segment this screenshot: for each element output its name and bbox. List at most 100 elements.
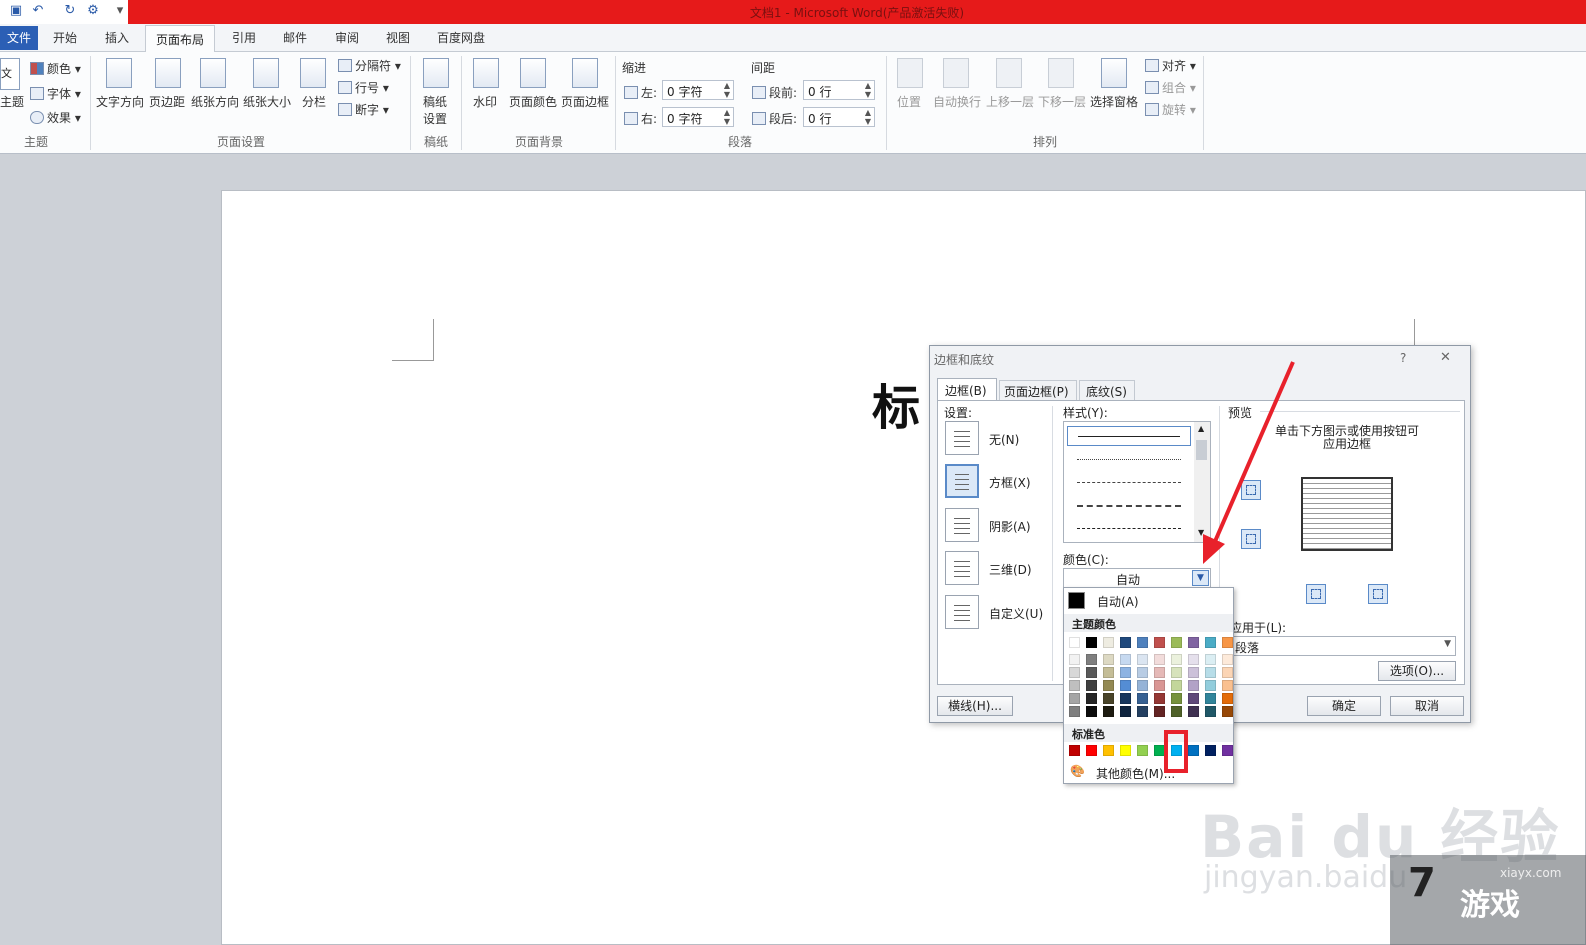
auto-color-swatch[interactable] — [1068, 592, 1085, 609]
theme-shade-swatch[interactable] — [1171, 667, 1182, 678]
style-option[interactable] — [1077, 459, 1181, 460]
quick-access-icon[interactable]: ⚙ — [85, 3, 101, 19]
cancel-button[interactable]: 取消 — [1390, 696, 1464, 716]
theme-shade-swatch[interactable] — [1103, 667, 1114, 678]
theme-shade-swatch[interactable] — [1120, 693, 1131, 704]
tab-page-layout[interactable]: 页面布局 — [145, 25, 215, 53]
theme-shade-swatch[interactable] — [1137, 693, 1148, 704]
auto-color-option[interactable]: 自动(A) — [1097, 593, 1139, 610]
orientation-button[interactable]: 纸张方向 — [191, 93, 239, 110]
theme-shade-swatch[interactable] — [1222, 693, 1233, 704]
theme-shade-swatch[interactable] — [1154, 706, 1165, 717]
standard-color-swatch[interactable] — [1205, 745, 1216, 756]
theme-shade-swatch[interactable] — [1154, 693, 1165, 704]
theme-shade-swatch[interactable] — [1086, 667, 1097, 678]
theme-fonts-button[interactable]: 字体 ▾ — [30, 85, 81, 102]
theme-shade-swatch[interactable] — [1205, 654, 1216, 665]
theme-color-swatch[interactable] — [1120, 637, 1131, 648]
standard-color-swatch[interactable] — [1086, 745, 1097, 756]
group-objects-button[interactable]: 组合 ▾ — [1145, 79, 1196, 96]
theme-shade-swatch[interactable] — [1103, 693, 1114, 704]
theme-shade-swatch[interactable] — [1171, 706, 1182, 717]
tab-page-border[interactable]: 页面边框(P) — [999, 380, 1077, 400]
standard-color-swatch[interactable] — [1137, 745, 1148, 756]
theme-shade-swatch[interactable] — [1086, 680, 1097, 691]
rotate-button[interactable]: 旋转 ▾ — [1145, 101, 1196, 118]
save-icon[interactable]: ▣ — [8, 3, 24, 19]
themes-button[interactable]: 文 — [0, 58, 20, 90]
theme-shade-swatch[interactable] — [1222, 667, 1233, 678]
bring-forward-button[interactable]: 上移一层 — [986, 93, 1034, 110]
tab-view[interactable]: 视图 — [386, 29, 410, 46]
theme-shade-swatch[interactable] — [1137, 706, 1148, 717]
setting-custom-icon[interactable] — [945, 595, 979, 629]
margins-button[interactable]: 页边距 — [149, 93, 185, 110]
standard-color-swatch[interactable] — [1222, 745, 1233, 756]
line-numbers-button[interactable]: 行号 ▾ — [338, 79, 389, 96]
tab-home[interactable]: 开始 — [53, 29, 77, 46]
tab-borders[interactable]: 边框(B) — [937, 378, 997, 400]
theme-shade-swatch[interactable] — [1069, 680, 1080, 691]
theme-shade-swatch[interactable] — [1103, 680, 1114, 691]
style-listbox[interactable]: ▲ ▼ — [1063, 421, 1211, 543]
color-dropdown[interactable]: 自动 ▼ — [1063, 568, 1211, 588]
theme-shade-swatch[interactable] — [1188, 706, 1199, 717]
standard-color-swatch[interactable] — [1069, 745, 1080, 756]
redo-icon[interactable]: ↻ — [62, 3, 78, 19]
theme-color-swatch[interactable] — [1171, 637, 1182, 648]
theme-color-swatch[interactable] — [1222, 637, 1233, 648]
theme-shade-swatch[interactable] — [1205, 693, 1216, 704]
wrap-text-button[interactable]: 自动换行 — [933, 93, 981, 110]
style-option-selected[interactable] — [1067, 426, 1191, 446]
theme-shade-swatch[interactable] — [1103, 654, 1114, 665]
columns-button[interactable]: 分栏 — [302, 93, 326, 110]
chevron-down-icon[interactable]: ▼ — [1444, 639, 1451, 649]
standard-color-swatch[interactable] — [1188, 745, 1199, 756]
paper-size-button[interactable]: 纸张大小 — [243, 93, 291, 110]
spacing-before-input[interactable]: 0 行 ▲ ▼ — [803, 80, 875, 100]
theme-color-swatch[interactable] — [1188, 637, 1199, 648]
tab-file[interactable]: 文件 — [0, 26, 38, 50]
theme-shade-swatch[interactable] — [1120, 654, 1131, 665]
theme-color-swatch[interactable] — [1205, 637, 1216, 648]
page-borders-button[interactable]: 页面边框 — [561, 93, 609, 110]
indent-right-input[interactable]: 0 字符 ▲ ▼ — [662, 107, 734, 127]
theme-shade-swatch[interactable] — [1120, 706, 1131, 717]
breaks-button[interactable]: 分隔符 ▾ — [338, 57, 401, 74]
chevron-down-icon[interactable]: ▼ — [1192, 570, 1209, 586]
theme-color-swatch[interactable] — [1103, 637, 1114, 648]
spin-arrows-icon[interactable]: ▲ ▼ — [724, 81, 730, 99]
indent-left-input[interactable]: 0 字符 ▲ ▼ — [662, 80, 734, 100]
preview-right-border-button[interactable] — [1368, 584, 1388, 604]
setting-box[interactable]: 方框(X) — [989, 474, 1031, 491]
tab-insert[interactable]: 插入 — [105, 29, 129, 46]
standard-color-swatch[interactable] — [1103, 745, 1114, 756]
close-icon[interactable]: ✕ — [1440, 350, 1451, 365]
style-option[interactable] — [1077, 528, 1181, 529]
customize-toolbar-icon[interactable]: ▾ — [112, 3, 128, 19]
theme-color-swatch[interactable] — [1069, 637, 1080, 648]
hyphenation-button[interactable]: 断字 ▾ — [338, 101, 389, 118]
setting-none-icon[interactable] — [945, 421, 979, 455]
theme-shade-swatch[interactable] — [1137, 654, 1148, 665]
theme-color-swatch[interactable] — [1137, 637, 1148, 648]
theme-shade-swatch[interactable] — [1205, 680, 1216, 691]
theme-shade-swatch[interactable] — [1171, 680, 1182, 691]
theme-shade-swatch[interactable] — [1069, 706, 1080, 717]
theme-shade-swatch[interactable] — [1171, 693, 1182, 704]
theme-shade-swatch[interactable] — [1137, 667, 1148, 678]
theme-shade-swatch[interactable] — [1188, 680, 1199, 691]
ok-button[interactable]: 确定 — [1307, 696, 1381, 716]
manuscript-setup-button[interactable]: 稿纸 — [423, 93, 447, 110]
theme-shade-swatch[interactable] — [1222, 706, 1233, 717]
standard-color-swatch[interactable] — [1120, 745, 1131, 756]
page-color-button[interactable]: 页面颜色 — [509, 93, 557, 110]
setting-3d[interactable]: 三维(D) — [989, 561, 1032, 578]
theme-shade-swatch[interactable] — [1222, 654, 1233, 665]
setting-none[interactable]: 无(N) — [989, 431, 1019, 448]
theme-shade-swatch[interactable] — [1086, 654, 1097, 665]
setting-3d-icon[interactable] — [945, 551, 979, 585]
document-title-text[interactable]: 标 — [872, 368, 920, 438]
theme-shade-swatch[interactable] — [1069, 667, 1080, 678]
theme-shade-swatch[interactable] — [1154, 654, 1165, 665]
